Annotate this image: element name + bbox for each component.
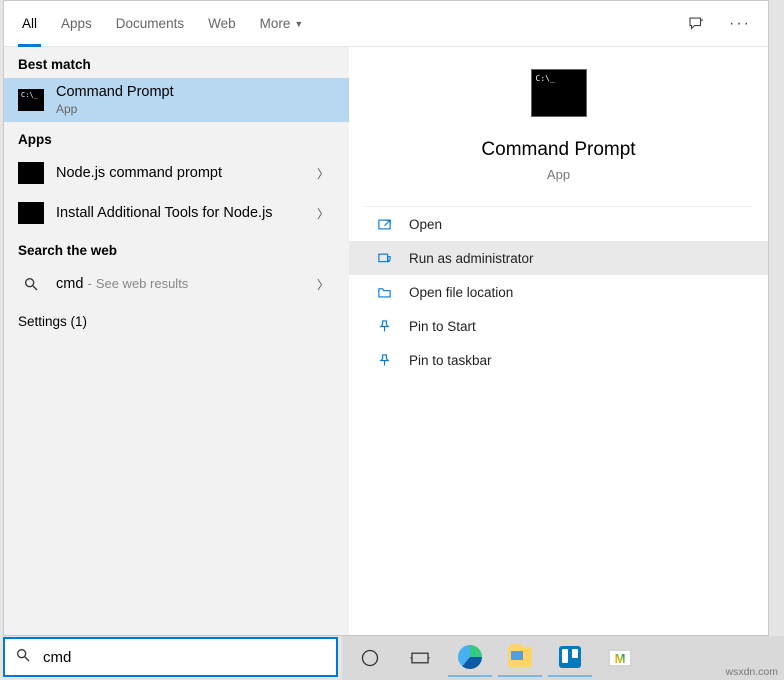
feedback-icon[interactable] <box>676 1 716 46</box>
action-run-as-admin[interactable]: Run as administrator <box>349 241 768 275</box>
result-subtitle: App <box>56 102 335 116</box>
task-view-button[interactable] <box>398 639 442 677</box>
more-options-icon[interactable]: ··· <box>720 1 760 46</box>
section-best-match: Best match <box>4 47 349 78</box>
taskbar-edge[interactable] <box>448 639 492 677</box>
cmd-icon: C:\_ <box>18 89 44 111</box>
action-pin-to-start[interactable]: Pin to Start <box>349 309 768 343</box>
result-title: Command Prompt <box>56 84 335 100</box>
search-input-container[interactable] <box>3 637 338 677</box>
cmd-icon <box>18 162 44 184</box>
preview-title: Command Prompt <box>349 139 768 161</box>
taskbar-gmail[interactable] <box>598 639 642 677</box>
chevron-right-icon: 〉 <box>311 165 335 182</box>
pin-icon <box>375 353 393 368</box>
gmail-icon <box>608 649 632 667</box>
action-label: Pin to taskbar <box>409 353 492 368</box>
preview-pane: C:\_ Command Prompt App Open Run as admi… <box>349 47 768 635</box>
taskbar-file-explorer[interactable] <box>498 639 542 677</box>
result-title: Node.js command prompt <box>56 165 299 181</box>
search-input[interactable] <box>41 648 326 667</box>
tab-more[interactable]: More▼ <box>250 1 314 46</box>
chevron-right-icon: 〉 <box>311 205 335 222</box>
file-explorer-icon <box>508 647 532 667</box>
action-label: Pin to Start <box>409 319 476 334</box>
tab-documents[interactable]: Documents <box>106 1 194 46</box>
preview-app-icon: C:\_ <box>531 69 587 117</box>
results-list: Best match C:\_ Command Prompt App Apps … <box>4 47 349 635</box>
chevron-right-icon: 〉 <box>311 276 335 293</box>
start-search-panel: All Apps Documents Web More▼ ··· Best ma… <box>3 0 769 636</box>
tab-apps[interactable]: Apps <box>51 1 102 46</box>
taskbar-trello[interactable] <box>548 639 592 677</box>
result-title: Install Additional Tools for Node.js <box>56 205 299 221</box>
result-command-prompt[interactable]: C:\_ Command Prompt App <box>4 78 349 122</box>
search-icon <box>15 647 31 668</box>
preview-subtitle: App <box>349 167 768 182</box>
trello-icon <box>559 646 581 668</box>
action-pin-to-taskbar[interactable]: Pin to taskbar <box>349 343 768 377</box>
result-nodejs-tools[interactable]: Install Additional Tools for Node.js 〉 <box>4 193 349 233</box>
search-icon <box>18 276 44 292</box>
action-label: Run as administrator <box>409 251 534 266</box>
action-label: Open <box>409 217 442 232</box>
open-icon <box>375 217 393 232</box>
action-label: Open file location <box>409 285 513 300</box>
chevron-down-icon: ▼ <box>294 19 303 29</box>
cmd-icon <box>18 202 44 224</box>
result-web-cmd[interactable]: cmd - See web results 〉 <box>4 264 349 304</box>
edge-icon <box>458 645 482 669</box>
tab-all[interactable]: All <box>12 1 47 46</box>
admin-shield-icon <box>375 251 393 266</box>
taskbar <box>342 636 784 680</box>
section-settings[interactable]: Settings (1) <box>4 304 349 335</box>
action-open[interactable]: Open <box>349 207 768 241</box>
search-scope-tabs: All Apps Documents Web More▼ ··· <box>4 1 768 47</box>
watermark: wsxdn.com <box>725 666 778 678</box>
cortana-button[interactable] <box>348 639 392 677</box>
tab-web[interactable]: Web <box>198 1 246 46</box>
result-title: cmd - See web results <box>56 276 299 292</box>
section-apps: Apps <box>4 122 349 153</box>
result-nodejs-cmd[interactable]: Node.js command prompt 〉 <box>4 153 349 193</box>
pin-icon <box>375 319 393 334</box>
section-search-web: Search the web <box>4 233 349 264</box>
action-open-file-location[interactable]: Open file location <box>349 275 768 309</box>
folder-icon <box>375 285 393 300</box>
